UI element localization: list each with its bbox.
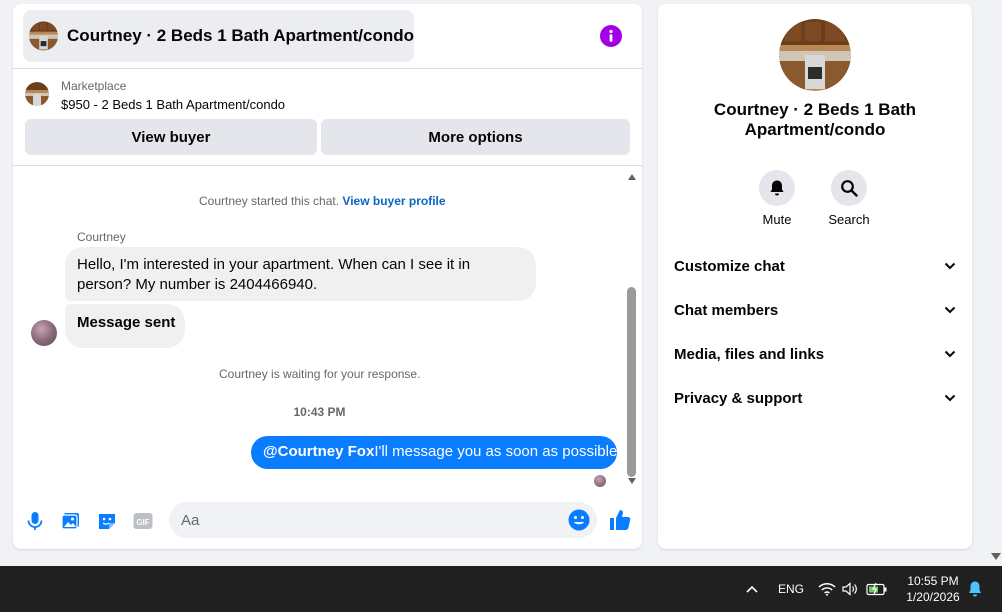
svg-text:GIF: GIF [136,518,149,527]
section-label: Media, files and links [674,345,825,363]
outgoing-message-text: I'll message you as soon as possible [374,443,618,460]
message-scrollbar[interactable] [626,171,638,487]
message-list[interactable]: Courtney started this chat. View buyer p… [13,167,642,492]
section-customize-chat[interactable]: Customize chat [674,246,956,286]
search-label: Search [828,212,870,227]
listing-thumbnail [29,21,59,51]
clock-time: 10:55 PM [907,574,959,588]
sender-avatar[interactable] [31,320,57,346]
wifi-icon[interactable] [818,566,836,612]
scrollbar-thumb[interactable] [627,287,636,477]
page-scroll-down-icon[interactable] [991,553,1001,560]
notification-bell-icon[interactable] [967,566,983,612]
seen-avatar [594,475,606,487]
thumbs-up-icon[interactable] [608,508,632,532]
microphone-icon[interactable] [24,510,46,532]
scroll-down-arrow-icon[interactable] [628,478,636,484]
language-indicator[interactable]: ENG [778,566,804,612]
view-buyer-button[interactable]: View buyer [25,119,317,155]
section-label: Customize chat [674,257,785,275]
section-media-files-links[interactable]: Media, files and links [674,334,956,374]
chevron-down-icon [944,262,956,270]
listing-banner: Marketplace $950 - 2 Beds 1 Bath Apartme… [13,70,642,166]
system-clock[interactable]: 10:55 PM 1/20/2026 [896,573,970,605]
sticker-icon[interactable] [96,510,118,532]
chat-panel: Courtney · 2 Beds 1 Bath Apartment/condo… [13,4,642,549]
photo-icon[interactable] [60,510,82,532]
battery-charging-icon[interactable] [866,566,888,612]
outgoing-message-bubble[interactable]: @Courtney FoxI'll message you as soon as… [251,436,617,469]
section-privacy-support[interactable]: Privacy & support [674,378,956,418]
section-chat-members[interactable]: Chat members [674,290,956,330]
conversation-info-panel: Courtney · 2 Beds 1 Bath Apartment/condo… [658,4,972,549]
message-sent-bubble[interactable]: Message sent [65,304,185,348]
waiting-notice: Courtney is waiting for your response. [219,367,421,381]
message-timestamp: 10:43 PM [293,405,346,419]
search-action[interactable]: Search [819,170,879,227]
info-icon[interactable] [600,25,622,47]
conversation-name: Courtney · 2 Beds 1 Bath Apartment/condo [713,100,917,139]
gif-icon[interactable]: GIF [132,510,154,532]
clock-date: 1/20/2026 [906,590,960,604]
chevron-down-icon [944,350,956,358]
show-hidden-icons-chevron-up-icon[interactable] [745,566,759,612]
listing-price-title[interactable]: $950 - 2 Beds 1 Bath Apartment/condo [61,97,285,112]
mute-label: Mute [762,212,792,227]
composer-bar: GIF [13,494,642,549]
mute-action[interactable]: Mute [747,170,807,227]
section-label: Privacy & support [674,389,803,407]
language-label: ENG [778,582,805,596]
search-icon[interactable] [831,170,867,206]
view-buyer-profile-link[interactable]: View buyer profile [342,194,445,208]
volume-icon[interactable] [842,566,858,612]
conversation-photo [779,19,851,91]
chat-started-text: Courtney started this chat. [199,194,340,208]
more-options-button[interactable]: More options [321,119,630,155]
listing-small-thumbnail [25,82,49,106]
mention-tag[interactable]: @Courtney Fox [263,443,374,460]
scroll-up-arrow-icon[interactable] [628,174,636,180]
message-input[interactable] [169,502,597,538]
taskbar: ENG 10:55 PM 1/20/2026 [0,566,1002,612]
listing-source: Marketplace [61,79,127,93]
sender-name: Courtney [77,230,126,244]
chevron-down-icon [944,394,956,402]
section-label: Chat members [674,301,779,319]
emoji-icon[interactable] [568,509,590,531]
chevron-down-icon [944,306,956,314]
chat-started-notice: Courtney started this chat. View buyer p… [199,194,446,208]
bell-icon[interactable] [759,170,795,206]
chat-title: Courtney · 2 Beds 1 Bath Apartment/condo [67,26,414,45]
chat-header: Courtney · 2 Beds 1 Bath Apartment/condo [13,4,642,69]
incoming-message-bubble[interactable]: Hello, I'm interested in your apartment.… [65,247,536,301]
chat-title-chip[interactable]: Courtney · 2 Beds 1 Bath Apartment/condo [23,10,414,62]
